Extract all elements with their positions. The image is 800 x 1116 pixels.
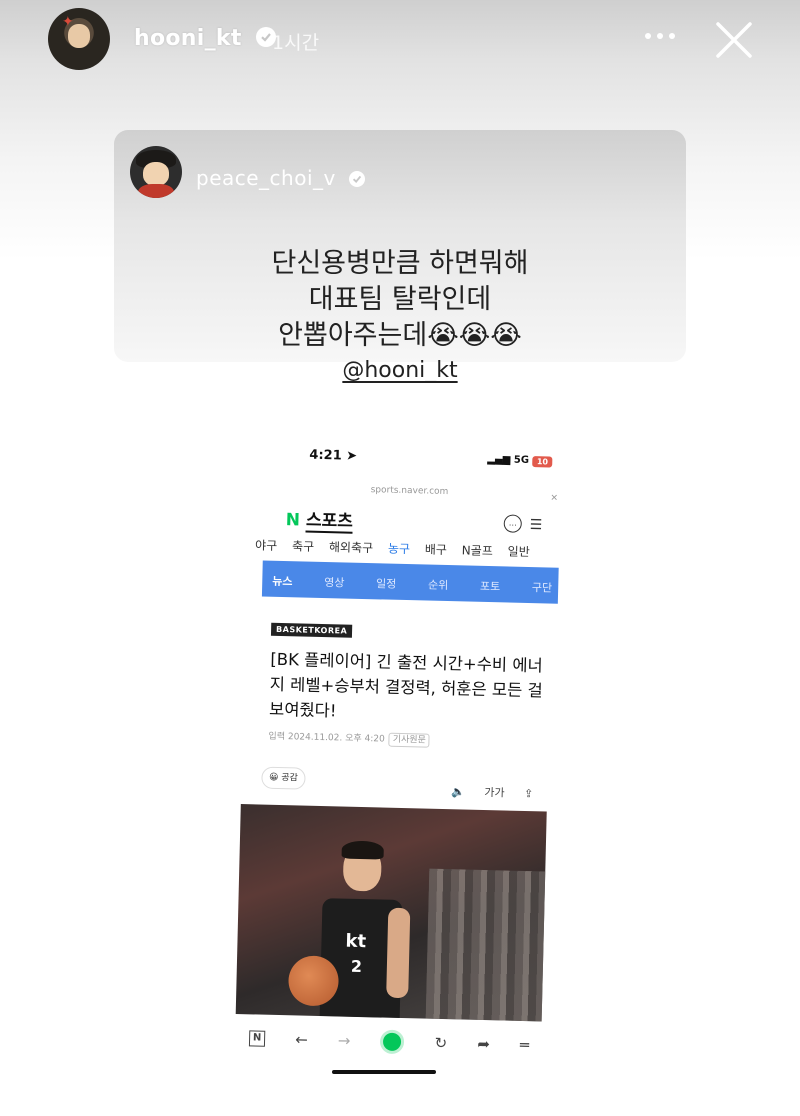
story-text-line-2: 대표팀 탈락인데 (308, 284, 492, 315)
menu-icon: ═ (519, 1035, 530, 1055)
network-label: 5G (513, 454, 530, 466)
speaker-icon: 🔈 (451, 785, 466, 799)
chat-icon: … (503, 514, 522, 533)
jersey-number: 2 (350, 956, 363, 977)
home-indicator (332, 1070, 436, 1074)
sports-logo-text: 스포츠 (305, 510, 354, 534)
avatar-face (143, 162, 169, 186)
more-options-icon[interactable] (642, 26, 678, 46)
section-tab: 일정 (375, 577, 397, 591)
sport-tab: 일반 (507, 544, 530, 560)
battery-icon: 10 (532, 456, 553, 468)
sport-tab: N골프 (461, 543, 494, 559)
jersey-logo: kt (345, 930, 367, 953)
mention-sticker[interactable]: @hooni_kt (200, 358, 600, 383)
date-text: 입력 2024.11.02. 오후 4:20 (268, 731, 385, 745)
story-avatar[interactable]: ✦ (48, 8, 110, 70)
browser-bottom-bar: N ← → ↻ ➦ ═ (248, 1026, 530, 1057)
close-icon[interactable] (712, 18, 756, 62)
naver-tab-icon: N (248, 1030, 266, 1047)
article-photo: kt 2 (235, 804, 547, 1022)
player-arm (386, 907, 411, 999)
section-tab: 뉴스 (272, 574, 293, 589)
font-size-icon: 가가 (484, 786, 505, 800)
player-hair (341, 840, 384, 860)
mention-text[interactable]: @hooni_kt (342, 358, 457, 383)
article-date: 입력 2024.11.02. 오후 4:20 기사원문 (268, 729, 431, 748)
sport-tab: 해외축구 (328, 540, 374, 556)
section-tab: 포토 (479, 579, 501, 594)
refresh-icon: ↻ (434, 1033, 448, 1053)
story-text-line-1: 단신용병만큼 하면뭐해 (271, 248, 529, 279)
status-bar: ▂▄▆ 5G 10 (487, 453, 553, 468)
status-time: 4:21 ➤ (309, 447, 358, 464)
avatar-shirt (138, 184, 174, 198)
reaction-button: 😀 공감 (261, 766, 306, 790)
story-time: 1시간 (272, 32, 320, 54)
share-icon: ⇪ (523, 786, 534, 801)
share-icon: ➦ (477, 1034, 491, 1054)
original-article-label: 기사원문 (388, 732, 431, 748)
story-text-line-3: 안뽑아주는데😭😭😭 (278, 320, 522, 351)
story-username[interactable]: hooni_kt (134, 26, 242, 51)
article-headline: [BK 플레이어] 긴 출전 시간+수비 에너지 레벨+승부처 결정력, 허훈은… (268, 649, 543, 721)
section-tab: 영상 (324, 576, 345, 590)
menu-icon: ☰ (529, 517, 543, 534)
shared-post-username-row[interactable]: peace_choi_v (196, 166, 365, 190)
crowd-background (425, 868, 547, 1022)
shared-post-avatar[interactable] (130, 146, 182, 198)
naver-sports-logo: N 스포츠 (285, 505, 354, 534)
sport-tab-active: 농구 (387, 541, 411, 557)
article-tools: 🔈 가가 ⇪ (451, 783, 550, 801)
forward-icon: → (337, 1031, 351, 1050)
shared-post-username[interactable]: peace_choi_v (196, 166, 336, 190)
reaction-label: 공감 (281, 773, 298, 784)
section-tab: 순위 (427, 578, 449, 593)
sport-tab: 배구 (424, 542, 448, 558)
close-icon: ✕ (550, 493, 559, 504)
sport-tab: 축구 (291, 539, 315, 554)
story-username-row[interactable]: hooni_kt (134, 26, 276, 51)
sport-tab: 야구 (254, 538, 278, 553)
avatar-face (68, 24, 90, 48)
verified-badge-icon (348, 171, 365, 187)
back-icon: ← (294, 1030, 308, 1049)
source-logo: BASKETKOREA (270, 622, 353, 638)
section-tab: 구단 (531, 581, 553, 595)
home-icon (380, 1029, 405, 1055)
signal-icon: ▂▄▆ (487, 453, 511, 466)
url-bar: sports.naver.com (370, 485, 449, 498)
embedded-screenshot: 4:21 ➤ ▂▄▆ 5G 10 sports.naver.com ✕ N 스포츠… (234, 432, 572, 1084)
naver-logo-icon: N (285, 510, 301, 531)
sport-tabs: 야구 축구 해외축구 농구 배구 N골프 일반 (255, 537, 541, 561)
